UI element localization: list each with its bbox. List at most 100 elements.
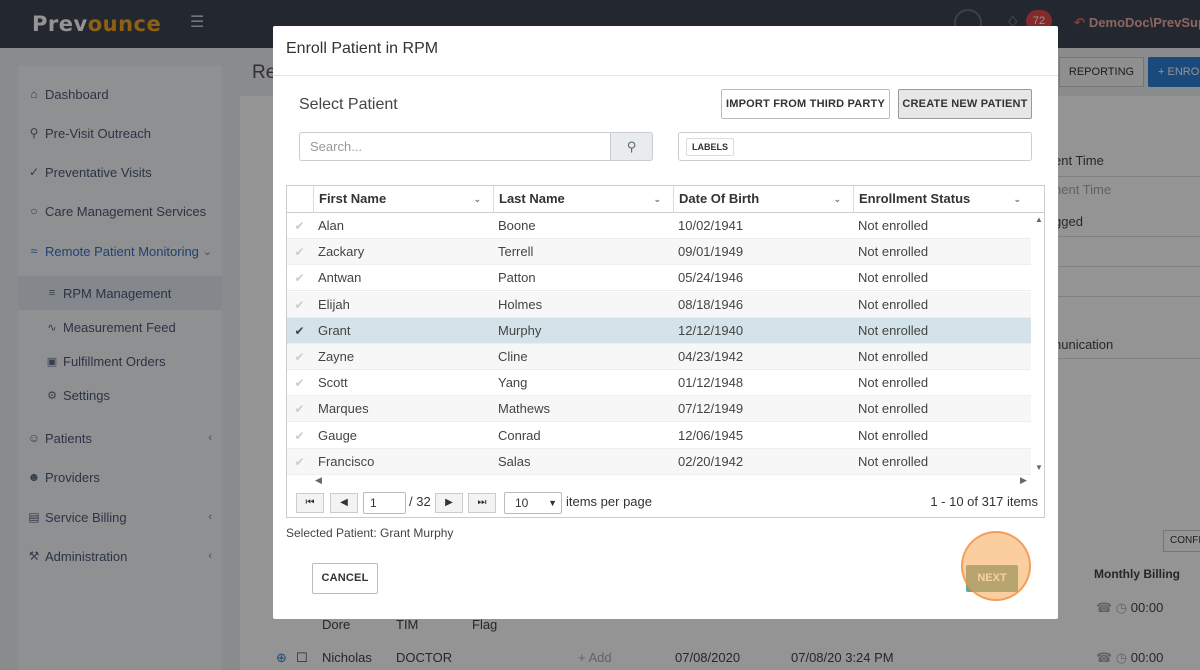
cell-last-name: Patton xyxy=(498,270,536,286)
cell-last-name: Yang xyxy=(498,375,528,391)
select-column-header xyxy=(287,186,313,213)
vertical-scrollbar[interactable]: ▲ ▼ xyxy=(1032,213,1044,475)
table-row[interactable]: ✔ Gauge Conrad 12/06/1945 Not enrolled xyxy=(287,423,1031,449)
cell-first-name: Zayne xyxy=(318,349,355,364)
column-menu-icon[interactable]: ⌄ xyxy=(833,186,841,212)
patient-search-input[interactable]: Search... xyxy=(299,132,611,161)
cell-enrollment-status: Not enrolled xyxy=(858,349,929,364)
table-row[interactable]: ✔ Antwan Patton 05/24/1946 Not enrolled xyxy=(287,265,1031,292)
row-check-icon[interactable]: ✔ xyxy=(287,449,312,475)
row-check-icon[interactable]: ✔ xyxy=(287,370,312,396)
next-button[interactable]: NEXT xyxy=(966,565,1018,592)
cell-enrollment-status: Not enrolled xyxy=(858,296,929,312)
cell-last-name: Murphy xyxy=(498,322,542,338)
cell-enrollment-status: Not enrolled xyxy=(858,322,929,338)
row-check-icon[interactable]: ✔ xyxy=(287,423,312,449)
cell-first-name: Marques xyxy=(318,401,369,417)
cell-enrollment-status: Not enrolled xyxy=(858,453,929,469)
column-menu-icon[interactable]: ⌄ xyxy=(1013,186,1021,212)
column-date-of-birth[interactable]: Date Of Birth ⌄ xyxy=(673,186,853,213)
modal-title: Enroll Patient in RPM xyxy=(286,40,439,57)
column-enrollment-status[interactable]: Enrollment Status ⌄ xyxy=(853,186,1033,213)
cell-last-name: Boone xyxy=(498,218,536,233)
cell-enrollment-status: Not enrolled xyxy=(858,401,929,417)
table-row[interactable]: ✔ Zayne Cline 04/23/1942 Not enrolled xyxy=(287,344,1031,370)
cell-first-name: Zackary xyxy=(318,244,365,260)
search-icon[interactable]: ⚲ xyxy=(610,132,653,161)
row-check-icon[interactable]: ✔ xyxy=(287,265,312,291)
table-row[interactable]: ✔ Elijah Holmes 08/18/1946 Not enrolled xyxy=(287,291,1031,318)
column-first-name[interactable]: First Name ⌄ xyxy=(313,186,493,213)
scroll-down-icon[interactable]: ▼ xyxy=(1035,463,1043,472)
cell-first-name: Francisco xyxy=(318,453,375,469)
scroll-left-icon[interactable]: ◀ xyxy=(315,475,322,486)
page-number-input[interactable]: 1 xyxy=(363,492,406,514)
cell-first-name: Scott xyxy=(318,375,348,391)
table-row[interactable]: ✔ Scott Yang 01/12/1948 Not enrolled xyxy=(287,370,1031,397)
cell-last-name: Cline xyxy=(498,349,528,364)
table-row[interactable]: ✔ Grant Murphy 12/12/1940 Not enrolled xyxy=(287,317,1031,344)
modal-header: Enroll Patient in RPM xyxy=(273,26,1058,76)
horizontal-scrollbar[interactable]: ◀ ▶ xyxy=(287,474,1032,488)
row-check-icon[interactable]: ✔ xyxy=(287,213,312,239)
cell-date-of-birth: 08/18/1946 xyxy=(678,296,744,312)
cell-last-name: Mathews xyxy=(498,401,551,417)
table-row[interactable]: ✔ Marques Mathews 07/12/1949 Not enrolled xyxy=(287,396,1031,423)
cell-last-name: Conrad xyxy=(498,427,541,443)
cell-date-of-birth: 07/12/1949 xyxy=(678,401,744,417)
table-row[interactable]: ✔ Francisco Salas 02/20/1942 Not enrolled xyxy=(287,448,1031,475)
items-per-page-select[interactable]: 10 ▼ xyxy=(504,492,562,514)
cell-enrollment-status: Not enrolled xyxy=(858,270,929,286)
cell-date-of-birth: 10/02/1941 xyxy=(678,218,744,233)
column-menu-icon[interactable]: ⌄ xyxy=(473,186,481,212)
grid-header: First Name ⌄ Last Name ⌄ Date Of Birth ⌄ En… xyxy=(287,186,1044,213)
row-check-icon[interactable]: ✔ xyxy=(287,239,312,265)
labels-chip[interactable]: LABELS xyxy=(686,138,734,156)
column-last-name[interactable]: Last Name ⌄ xyxy=(493,186,673,213)
cell-first-name: Grant xyxy=(318,322,351,338)
cell-first-name: Alan xyxy=(318,218,345,233)
cell-date-of-birth: 12/12/1940 xyxy=(678,322,744,338)
row-check-icon[interactable]: ✔ xyxy=(287,318,312,344)
cell-date-of-birth: 05/24/1946 xyxy=(678,270,744,286)
page-total: / 32 xyxy=(409,494,431,509)
cell-date-of-birth: 12/06/1945 xyxy=(678,427,744,443)
scroll-up-icon[interactable]: ▲ xyxy=(1035,215,1043,224)
row-check-icon[interactable]: ✔ xyxy=(287,292,312,318)
cell-enrollment-status: Not enrolled xyxy=(858,375,929,391)
table-row[interactable]: ✔ Alan Boone 10/02/1941 Not enrolled xyxy=(287,213,1031,239)
scroll-right-icon[interactable]: ▶ xyxy=(1020,475,1027,486)
item-count: 1 - 10 of 317 items xyxy=(930,494,1038,509)
last-page-button[interactable]: ⏭ xyxy=(468,493,496,513)
grid-pager: ⏮ ◀ 1 / 32 ▶ ⏭ 10 ▼ items per page 1 - 10… xyxy=(287,488,1044,517)
cancel-button[interactable]: CANCEL xyxy=(312,563,378,594)
cell-first-name: Gauge xyxy=(318,427,358,443)
enroll-patient-modal: Enroll Patient in RPM Select Patient IMP… xyxy=(273,26,1058,619)
first-page-button[interactable]: ⏮ xyxy=(296,493,324,513)
column-menu-icon[interactable]: ⌄ xyxy=(653,186,661,212)
row-check-icon[interactable]: ✔ xyxy=(287,396,312,422)
cell-last-name: Salas xyxy=(498,453,531,469)
import-third-party-button[interactable]: IMPORT FROM THIRD PARTY xyxy=(721,89,890,119)
chevron-down-icon: ▼ xyxy=(548,498,557,508)
next-page-button[interactable]: ▶ xyxy=(435,493,463,513)
cell-last-name: Terrell xyxy=(498,244,534,260)
select-patient-heading: Select Patient xyxy=(299,96,398,113)
cell-date-of-birth: 09/01/1949 xyxy=(678,244,744,260)
cell-date-of-birth: 02/20/1942 xyxy=(678,453,744,469)
patient-grid: First Name ⌄ Last Name ⌄ Date Of Birth ⌄ En… xyxy=(286,185,1045,518)
cell-date-of-birth: 04/23/1942 xyxy=(678,349,744,364)
selected-patient-text: Selected Patient: Grant Murphy xyxy=(286,526,454,540)
row-check-icon[interactable]: ✔ xyxy=(287,344,312,370)
cell-last-name: Holmes xyxy=(498,296,543,312)
cell-enrollment-status: Not enrolled xyxy=(858,427,929,443)
previous-page-button[interactable]: ◀ xyxy=(330,493,358,513)
table-row[interactable]: ✔ Zackary Terrell 09/01/1949 Not enrolled xyxy=(287,239,1031,266)
create-new-patient-button[interactable]: CREATE NEW PATIENT xyxy=(898,89,1032,119)
labels-filter[interactable]: LABELS xyxy=(678,132,1032,161)
cell-enrollment-status: Not enrolled xyxy=(858,218,929,233)
cell-first-name: Elijah xyxy=(318,296,350,312)
cell-enrollment-status: Not enrolled xyxy=(858,244,929,260)
cell-date-of-birth: 01/12/1948 xyxy=(678,375,744,391)
items-per-page-label: items per page xyxy=(566,494,652,509)
